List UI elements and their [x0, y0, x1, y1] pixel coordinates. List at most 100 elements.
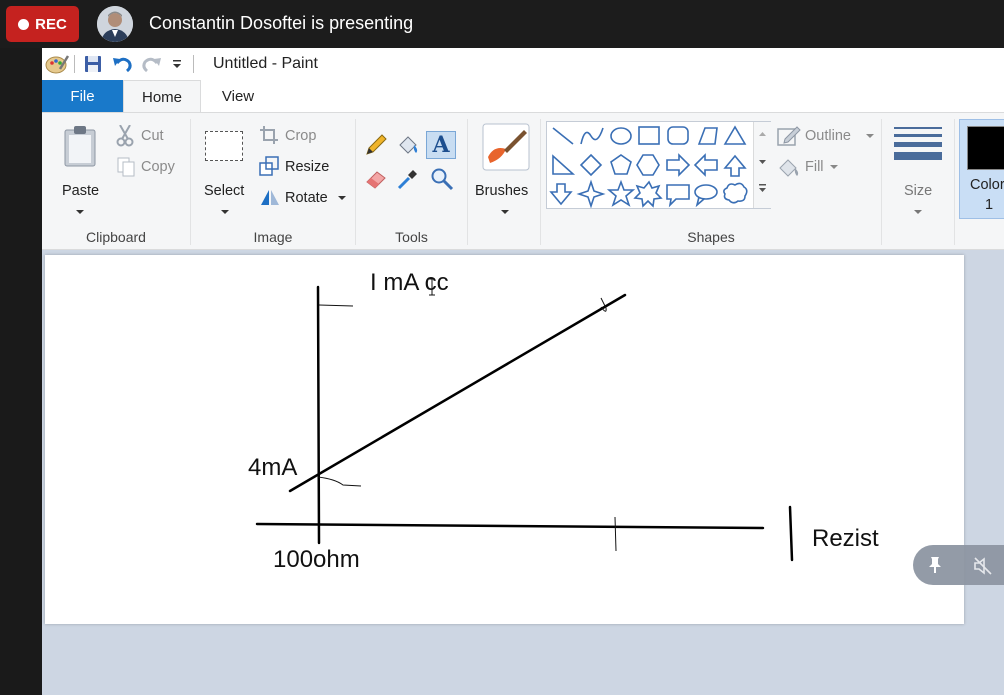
crop-icon — [260, 126, 278, 144]
meeting-top-bar: REC Constantin Dosoftei is presenting — [0, 0, 1004, 48]
size-group: Size — [882, 113, 954, 249]
undo-icon[interactable] — [111, 54, 133, 74]
cut-label: Cut — [141, 128, 164, 144]
shapes-group-label: Shapes — [687, 229, 735, 245]
scroll-arrows-icon — [759, 132, 766, 192]
scissors-icon — [116, 125, 134, 147]
brushes-dropdown-icon — [501, 210, 509, 214]
clipboard-paste-icon — [64, 126, 96, 167]
size-label: Size — [904, 183, 933, 199]
canvas-x-axis-label: Rezist — [812, 525, 879, 552]
brushes-button[interactable]: Brushes — [474, 119, 536, 215]
tab-view[interactable]: View — [216, 80, 260, 112]
copy-icon — [117, 157, 135, 177]
ribbon-tabs: File Home View — [42, 80, 1004, 113]
resize-icon — [259, 156, 279, 176]
shapes-group: Outline Fill Shapes — [541, 113, 881, 249]
presenter-avatar — [97, 6, 133, 42]
resize-label: Resize — [285, 159, 330, 175]
clipboard-group-label: Clipboard — [86, 229, 146, 245]
title-bar: Untitled - Paint — [42, 48, 1004, 80]
rotate-button[interactable]: Rotate — [259, 187, 349, 209]
crop-button[interactable]: Crop — [259, 125, 329, 147]
end-marker-line — [788, 505, 794, 562]
drawing-canvas[interactable]: I mA cc 4mA 100ohm Rezist — [45, 255, 964, 624]
presenter-status: Constantin Dosoftei is presenting — [149, 13, 414, 33]
qat-separator — [74, 55, 75, 73]
rotate-icon — [261, 190, 279, 205]
graph-line — [288, 293, 627, 493]
group-separator — [954, 119, 955, 245]
resize-button[interactable]: Resize — [259, 156, 339, 178]
outline-pen-icon — [777, 126, 801, 146]
shapes-gallery[interactable] — [546, 121, 771, 209]
x-axis-line — [255, 522, 765, 530]
rotate-dropdown-icon — [338, 196, 346, 200]
eraser-icon[interactable] — [364, 167, 388, 191]
canvas-workspace: I mA cc 4mA 100ohm Rezist — [42, 250, 1004, 695]
paste-label: Paste — [62, 183, 100, 199]
save-icon[interactable] — [83, 54, 103, 74]
crop-label: Crop — [285, 128, 317, 144]
pin-icon[interactable] — [927, 556, 943, 574]
tab-home[interactable]: Home — [123, 80, 201, 113]
color1-label: Color — [970, 177, 1004, 193]
tools-group: A Tools — [356, 113, 467, 249]
window-title: Untitled - Paint — [213, 55, 318, 72]
record-dot-icon — [18, 18, 30, 30]
fill-label: Fill — [805, 159, 824, 175]
quick-access-toolbar — [42, 53, 194, 75]
canvas-x-origin-label: 100ohm — [273, 546, 360, 573]
redo-icon[interactable] — [141, 54, 163, 74]
image-group-label: Image — [253, 229, 293, 245]
paste-button[interactable]: Paste — [52, 119, 108, 215]
hand-drawing — [255, 278, 794, 562]
select-dropdown-icon — [221, 210, 229, 214]
select-label: Select — [204, 183, 245, 199]
fill-bucket-icon[interactable] — [396, 133, 420, 157]
fill-icon — [779, 159, 799, 177]
recording-badge: REC — [6, 6, 79, 42]
shapes-scroll[interactable] — [753, 122, 771, 208]
color1-number: 1 — [985, 197, 994, 213]
select-button[interactable]: Select — [201, 119, 251, 215]
paste-dropdown-icon — [76, 210, 84, 214]
select-rectangle-icon — [205, 131, 243, 161]
color1-swatch — [967, 126, 1004, 170]
color1-button[interactable]: Color 1 — [959, 119, 1004, 219]
clipboard-group: Paste Cut Copy Clipboard — [42, 113, 190, 249]
size-dropdown-icon — [914, 210, 922, 214]
brushes-group: Brushes — [468, 113, 540, 249]
line-size-icon — [894, 127, 942, 160]
size-button[interactable]: Size — [888, 119, 948, 215]
paint-window: Untitled - Paint File Home View Paste Cu… — [42, 48, 1004, 695]
rec-label: REC — [35, 15, 67, 33]
paint-app-icon[interactable] — [44, 53, 70, 75]
fill-dropdown-icon — [830, 165, 838, 169]
shape-icons — [549, 125, 748, 208]
fill-button[interactable]: Fill — [777, 156, 847, 178]
outline-dropdown-icon — [866, 134, 874, 138]
ribbon: Paste Cut Copy Clipboard Select Crop Res… — [42, 112, 1004, 250]
color-picker-icon[interactable] — [396, 167, 420, 191]
y-axis-line — [316, 285, 321, 545]
copy-label: Copy — [141, 159, 175, 175]
rotate-label: Rotate — [285, 190, 328, 206]
magnifier-icon[interactable] — [430, 167, 454, 191]
copy-button[interactable]: Copy — [116, 156, 180, 178]
outline-button[interactable]: Outline — [777, 125, 877, 147]
cut-button[interactable]: Cut — [116, 125, 176, 147]
outline-label: Outline — [805, 128, 851, 144]
canvas-y-intercept-label: 4mA — [248, 454, 298, 481]
mute-icon[interactable] — [973, 556, 993, 576]
pencil-icon[interactable] — [364, 133, 388, 157]
canvas-top-label: I mA cc — [370, 269, 449, 296]
tools-group-label: Tools — [395, 229, 428, 245]
tab-file[interactable]: File — [42, 80, 123, 112]
text-tool-icon[interactable]: A — [426, 131, 456, 159]
brushes-label: Brushes — [475, 183, 529, 199]
qat-separator-2 — [193, 55, 194, 73]
customize-qat-icon[interactable] — [171, 54, 183, 74]
meeting-left-strip — [0, 48, 42, 695]
image-group: Select Crop Resize Rotate Image — [191, 113, 355, 249]
